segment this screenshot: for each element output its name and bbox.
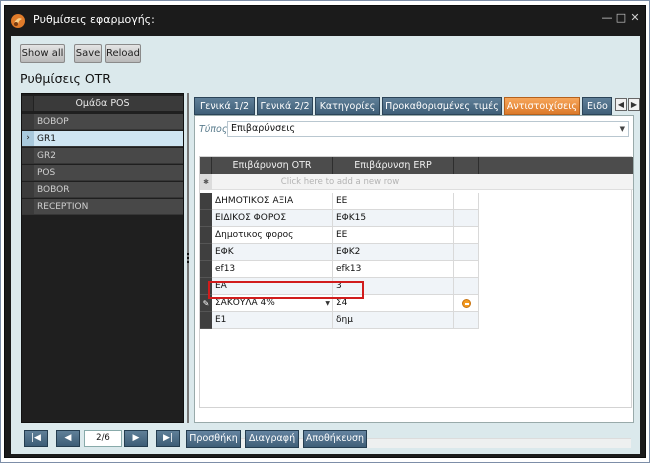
row-indicator bbox=[22, 182, 34, 197]
row-indicator bbox=[200, 210, 212, 227]
tab-scroll-left-icon[interactable]: ◀ bbox=[615, 98, 627, 111]
row-indicator bbox=[200, 193, 212, 210]
tab-items[interactable]: Ειδο bbox=[582, 97, 612, 115]
save-button[interactable]: Save bbox=[74, 44, 102, 63]
pos-group-row[interactable]: GR2 bbox=[22, 148, 183, 164]
title-bar: Ρυθμίσεις εφαρμογής: — □ ✕ bbox=[5, 6, 645, 36]
minimize-icon[interactable]: — bbox=[600, 11, 614, 25]
tab-general-2[interactable]: Γενικά 2/2 bbox=[257, 97, 313, 115]
save-changes-button[interactable]: Αποθήκευση bbox=[303, 430, 367, 448]
pos-group-row[interactable]: BOBOP bbox=[22, 114, 183, 130]
type-select[interactable]: Επιβαρύνσεις ▼ bbox=[227, 121, 629, 137]
row-indicator bbox=[200, 261, 212, 278]
row-indicator bbox=[22, 114, 34, 129]
mappings-panel: Τύπος Επιβαρύνσεις ▼ Επιβάρυνση OTR Επιβ… bbox=[194, 115, 634, 448]
splitter-grip-icon[interactable] bbox=[187, 253, 190, 263]
grid-header-filler bbox=[479, 157, 633, 174]
row-indicator bbox=[22, 199, 34, 214]
page-title: Ρυθμίσεις OTR bbox=[20, 71, 111, 86]
screenshot-frame: Ρυθμίσεις εφαρμογής: — □ ✕ Show all Save… bbox=[0, 0, 650, 463]
tab-mappings[interactable]: Αντιστοιχίσεις bbox=[504, 97, 580, 115]
delete-button[interactable]: Διαγραφή bbox=[245, 430, 299, 448]
reload-button[interactable]: Reload bbox=[105, 44, 141, 63]
app-logo-icon bbox=[11, 14, 25, 28]
type-label: Τύπος bbox=[199, 124, 228, 135]
new-row[interactable]: ✱ Click here to add a new row bbox=[200, 174, 633, 190]
row-indicator-header bbox=[22, 96, 34, 111]
row-indicator-header bbox=[200, 157, 212, 174]
tab-categories[interactable]: Κατηγορίες bbox=[315, 97, 380, 115]
pos-group-row-selected[interactable]: › GR1 bbox=[22, 131, 183, 147]
tab-scroll-right-icon[interactable]: ▶ bbox=[628, 98, 640, 111]
tab-default-values[interactable]: Προκαθορισμένες τιμές bbox=[382, 97, 502, 115]
bottom-bar: |◀ ◀ 2/6 ▶ ▶| Προσθήκη Διαγραφή Αποθήκευ… bbox=[11, 428, 640, 454]
pos-group-row[interactable]: RECEPTION bbox=[22, 199, 183, 215]
row-indicator bbox=[200, 244, 212, 261]
highlight-box bbox=[208, 281, 364, 299]
row-indicator bbox=[22, 148, 34, 163]
window-title: Ρυθμίσεις εφαρμογής: bbox=[33, 13, 155, 26]
pos-group-row[interactable]: BOBOR bbox=[22, 182, 183, 198]
next-page-icon[interactable]: ▶ bbox=[124, 430, 148, 447]
maximize-icon[interactable]: □ bbox=[614, 11, 628, 25]
app-window: Ρυθμίσεις εφαρμογής: — □ ✕ Show all Save… bbox=[4, 5, 646, 458]
close-icon[interactable]: ✕ bbox=[628, 11, 642, 25]
row-pointer-icon: › bbox=[22, 131, 34, 146]
row-indicator bbox=[22, 165, 34, 180]
delete-row-icon[interactable] bbox=[462, 299, 471, 308]
column-header-otr[interactable]: Επιβάρυνση OTR bbox=[212, 157, 333, 174]
column-header-action bbox=[454, 157, 479, 174]
show-all-button[interactable]: Show all bbox=[20, 44, 65, 63]
client-area: Show all Save Reload Ρυθμίσεις OTR Ομάδα… bbox=[11, 36, 640, 454]
last-page-icon[interactable]: ▶| bbox=[156, 430, 180, 447]
row-indicator bbox=[200, 312, 212, 329]
first-page-icon[interactable]: |◀ bbox=[24, 430, 48, 447]
prev-page-icon[interactable]: ◀ bbox=[56, 430, 80, 447]
chevron-down-icon[interactable]: ▼ bbox=[620, 122, 625, 136]
pos-group-row[interactable]: POS bbox=[22, 165, 183, 181]
row-indicator bbox=[200, 227, 212, 244]
tab-general-1[interactable]: Γενικά 1/2 bbox=[194, 97, 255, 115]
pos-group-grid: Ομάδα POS BOBOP › GR1 GR2 POS BOBOR RECEP… bbox=[21, 93, 184, 423]
pos-group-column-header[interactable]: Ομάδα POS bbox=[22, 96, 183, 111]
column-header-erp[interactable]: Επιβάρυνση ERP bbox=[333, 157, 454, 174]
settings-tabs: Γενικά 1/2 Γενικά 2/2 Κατηγορίες Προκαθο… bbox=[194, 97, 634, 115]
add-button[interactable]: Προσθήκη bbox=[186, 430, 241, 448]
page-indicator[interactable]: 2/6 bbox=[84, 430, 122, 447]
